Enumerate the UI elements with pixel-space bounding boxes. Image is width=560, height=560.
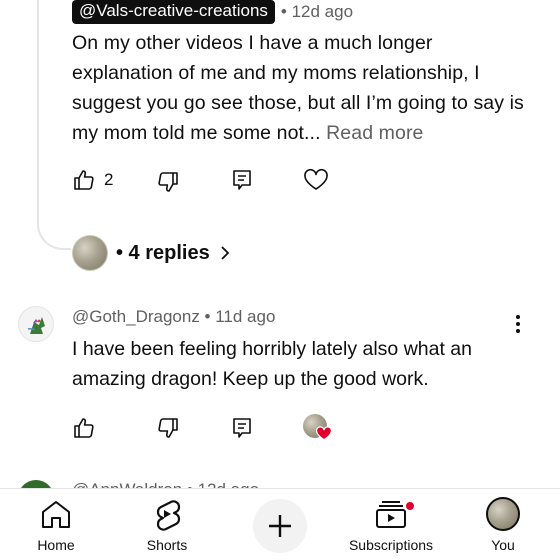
thumbs-down-icon xyxy=(158,172,178,192)
home-icon xyxy=(42,501,70,528)
shorts-icon xyxy=(156,500,181,531)
reply-thread-line xyxy=(37,0,71,250)
create-button[interactable] xyxy=(253,499,307,553)
comment-text[interactable]: On my other videos I have a much longer … xyxy=(72,28,532,148)
you-avatar xyxy=(486,497,520,531)
author-chip[interactable]: @Vals-creative-creations xyxy=(72,0,275,24)
notification-dot xyxy=(404,500,416,512)
comment-meta[interactable]: @Goth_Dragonz • 11d ago xyxy=(72,307,275,327)
nav-home[interactable]: Home xyxy=(6,489,106,560)
comment-text[interactable]: I have been feeling horribly lately also… xyxy=(72,334,532,394)
like-button[interactable] xyxy=(72,416,96,440)
heart-button[interactable] xyxy=(303,168,329,192)
read-more-link[interactable]: Read more xyxy=(326,122,423,144)
like-button[interactable]: 2 xyxy=(72,168,113,192)
heart-icon xyxy=(304,168,328,190)
dislike-button[interactable] xyxy=(156,170,180,194)
nav-you-label: You xyxy=(491,537,515,553)
view-replies-button[interactable]: • 4 replies xyxy=(72,234,232,272)
reply-button[interactable] xyxy=(230,416,254,440)
plus-icon xyxy=(269,515,291,537)
nav-subscriptions[interactable]: Subscriptions xyxy=(341,489,441,560)
nav-home-label: Home xyxy=(37,537,75,553)
chevron-right-icon xyxy=(221,246,230,260)
heart-icon xyxy=(316,426,332,441)
thumbs-up-icon xyxy=(74,418,94,438)
comment-icon xyxy=(233,418,251,438)
avatar xyxy=(72,235,108,271)
dislike-button[interactable] xyxy=(156,416,180,440)
bottom-navigation: Home Shorts Subscriptions You xyxy=(0,488,560,560)
dragon-avatar-icon xyxy=(19,307,53,341)
nav-you[interactable]: You xyxy=(453,489,553,560)
subscriptions-icon xyxy=(376,501,406,528)
comment-icon xyxy=(233,170,251,190)
like-count: 2 xyxy=(104,170,114,189)
nav-shorts-label: Shorts xyxy=(146,537,188,553)
kebab-menu-icon xyxy=(516,315,520,333)
avatar[interactable] xyxy=(18,306,54,342)
comment-time: • 12d ago xyxy=(280,2,354,21)
replies-label: • 4 replies xyxy=(116,241,210,264)
comment-body: On my other videos I have a much longer … xyxy=(72,32,524,144)
nav-shorts[interactable]: Shorts xyxy=(117,489,217,560)
thumbs-up-icon xyxy=(74,170,94,190)
thumbs-down-icon xyxy=(158,418,178,438)
nav-subscriptions-label: Subscriptions xyxy=(348,537,434,553)
avatar xyxy=(486,497,520,531)
comment-header: @Vals-creative-creations • 12d ago xyxy=(72,0,353,24)
reply-button[interactable] xyxy=(230,168,254,192)
